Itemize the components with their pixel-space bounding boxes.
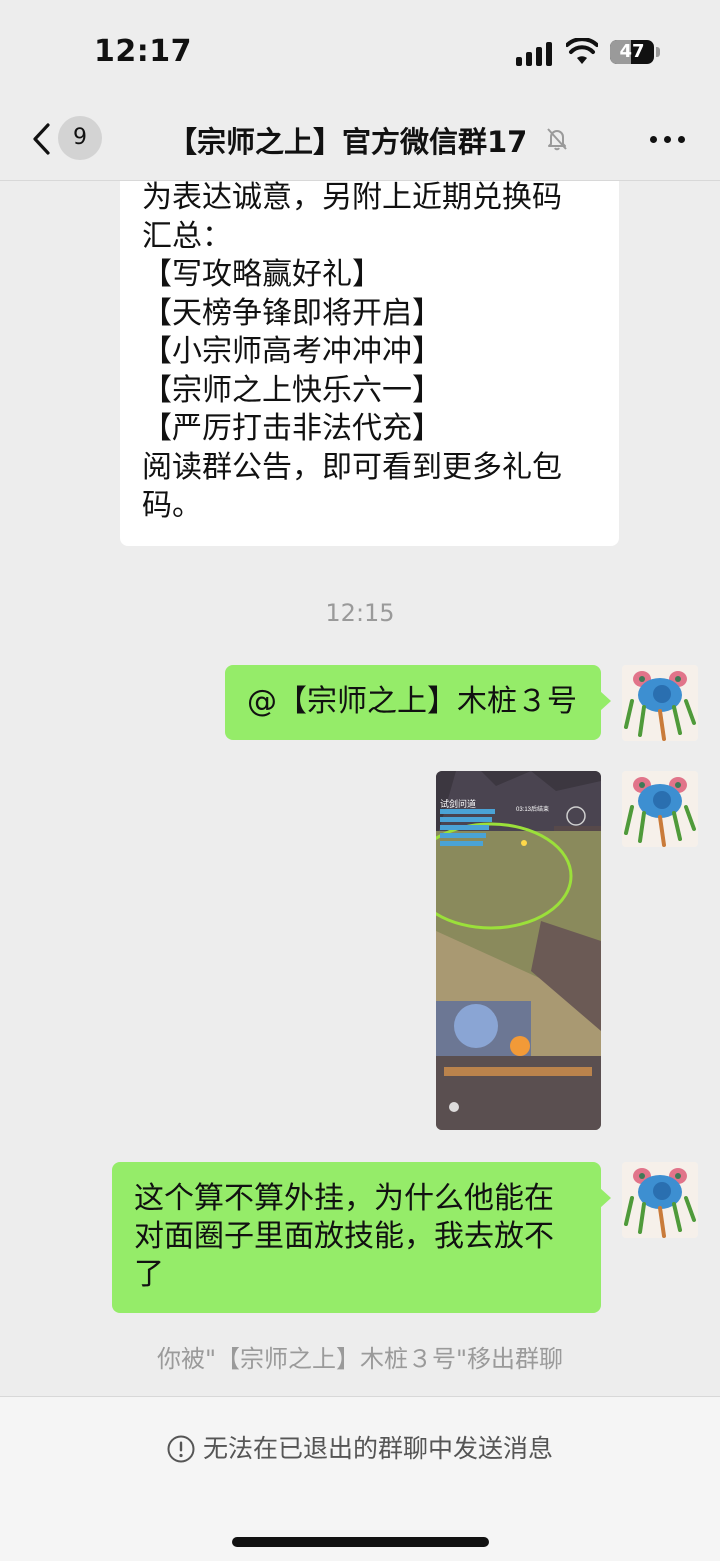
battery-icon: 47 xyxy=(610,40,654,64)
bottom-bar: 无法在已退出的群聊中发送消息 xyxy=(0,1396,720,1561)
back-chevron-icon[interactable] xyxy=(30,122,54,156)
outgoing-mention-bubble[interactable]: @【宗师之上】木桩３号 xyxy=(225,665,611,740)
message-line: 【宗师之上快乐六一】 xyxy=(142,372,442,408)
message-line: 码。 xyxy=(142,488,202,523)
unread-count-badge[interactable]: 9 xyxy=(58,116,102,160)
dragonfly-drawing-icon xyxy=(622,1162,698,1238)
message-line: 对面圈子里面放技能，我去放不 xyxy=(134,1219,554,1254)
nav-bar: 9 【宗师之上】官方微信群17 xyxy=(0,100,720,181)
incoming-message-bubble[interactable]: 为表达诚意，另附上近期兑换码 汇总： 【写攻略赢好礼】 【天榜争锋即将开启】 【… xyxy=(120,181,619,546)
battery-level-text: 47 xyxy=(619,41,645,62)
removed-from-group-text: 你被"【宗师之上】木桩３号"移出群聊 xyxy=(156,1345,564,1373)
message-line: 【严厉打击非法代充】 xyxy=(142,411,442,446)
more-options-icon[interactable] xyxy=(650,136,686,144)
message-timestamp: 12:15 xyxy=(325,599,395,627)
status-time: 12:17 xyxy=(94,34,192,69)
dragonfly-drawing-icon xyxy=(622,771,698,847)
message-line: 了 xyxy=(134,1257,164,1292)
message-line: 为表达诚意，另附上近期兑换码 xyxy=(142,181,562,215)
exclamation-circle-icon xyxy=(167,1435,195,1463)
message-line: 【天榜争锋即将开启】 xyxy=(142,295,442,331)
message-line: 【写攻略赢好礼】 xyxy=(142,257,382,292)
user-avatar[interactable] xyxy=(622,1162,698,1238)
outgoing-question-bubble[interactable]: 这个算不算外挂，为什么他能在 对面圈子里面放技能，我去放不 了 xyxy=(112,1162,611,1313)
status-bar: 12:17 47 xyxy=(0,0,720,100)
game-mode-label: 试剑问道 xyxy=(440,798,476,809)
game-scene-image: 试剑问道 03:13后结束 xyxy=(436,771,601,1130)
mute-bell-icon xyxy=(547,128,567,151)
chat-title: 【宗师之上】官方微信群17 xyxy=(168,125,528,159)
cannot-send-notice: 无法在已退出的群聊中发送消息 xyxy=(0,1429,720,1465)
message-line: @【宗师之上】木桩３号 xyxy=(247,684,577,719)
chat-screen: 12:17 47 9 【宗师之上】官方微信群17 为表达诚意，另附上近期兑换码 … xyxy=(0,0,720,1561)
user-avatar[interactable] xyxy=(622,771,698,847)
game-screenshot-image[interactable]: 试剑问道 03:13后结束 xyxy=(436,771,601,1130)
cellular-signal-icon xyxy=(516,42,554,66)
game-timer-label: 03:13后结束 xyxy=(516,805,549,813)
home-indicator[interactable] xyxy=(232,1537,489,1547)
message-line: 汇总： xyxy=(142,218,232,254)
wifi-icon xyxy=(566,38,598,64)
message-line: 【小宗师高考冲冲冲】 xyxy=(142,334,442,369)
message-list[interactable]: 为表达诚意，另附上近期兑换码 汇总： 【写攻略赢好礼】 【天榜争锋即将开启】 【… xyxy=(0,181,720,1396)
message-line: 阅读群公告，即可看到更多礼包 xyxy=(142,449,562,485)
cannot-send-text: 无法在已退出的群聊中发送消息 xyxy=(202,1434,553,1463)
dragonfly-drawing-icon xyxy=(622,665,698,741)
message-line: 这个算不算外挂，为什么他能在 xyxy=(134,1181,554,1216)
battery-cap xyxy=(656,47,660,57)
system-notice: 你被"【宗师之上】木桩３号"移出群聊 xyxy=(0,1339,720,1374)
user-avatar[interactable] xyxy=(622,665,698,741)
